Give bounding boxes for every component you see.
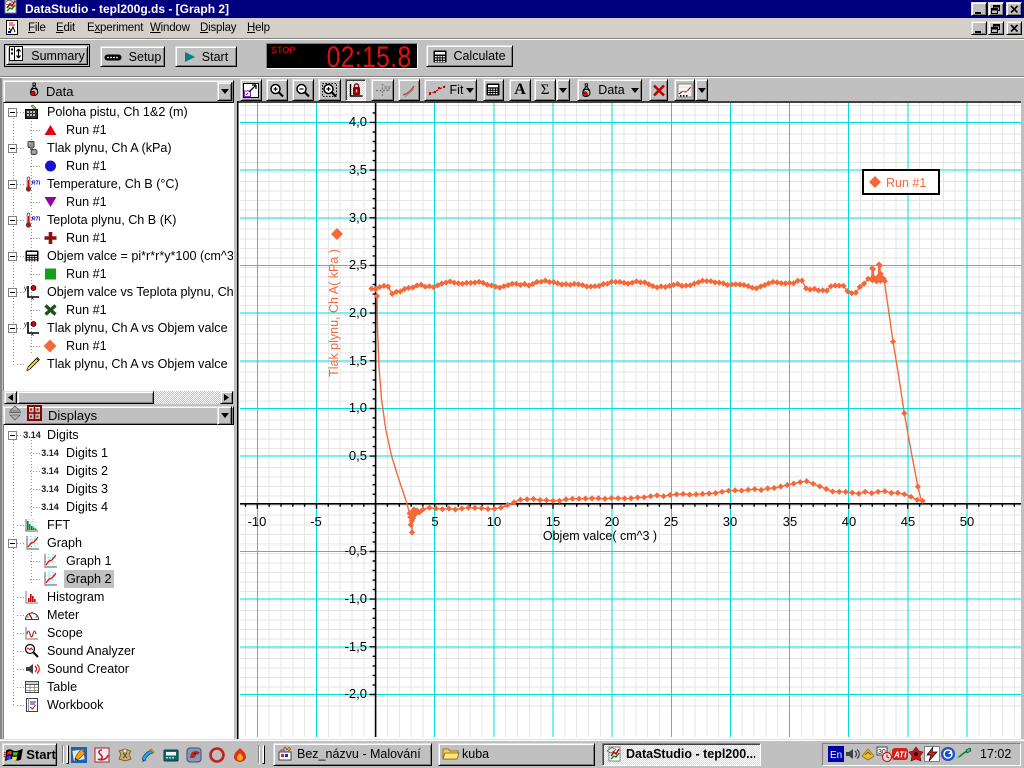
svg-text:ATI: ATI [893, 751, 907, 760]
svg-text:2,5: 2,5 [349, 257, 367, 272]
svg-text:4,0: 4,0 [349, 114, 367, 129]
svg-text:5: 5 [431, 514, 438, 529]
svg-text:xy: xy [384, 85, 391, 91]
svg-text:50: 50 [960, 514, 974, 529]
svg-text:2,0: 2,0 [349, 305, 367, 320]
svg-text:1,5: 1,5 [349, 353, 367, 368]
svg-text:En: En [830, 750, 842, 761]
svg-text:40: 40 [842, 514, 856, 529]
svg-text:-0,5: -0,5 [345, 543, 367, 558]
svg-text:-1,0: -1,0 [345, 591, 367, 606]
svg-text:30: 30 [723, 514, 737, 529]
svg-text:y: y [24, 286, 27, 292]
svg-text:3,5: 3,5 [349, 162, 367, 177]
svg-text:10: 10 [487, 514, 501, 529]
svg-text:y: y [24, 322, 27, 328]
svg-text:1,0: 1,0 [349, 400, 367, 415]
svg-text:-1,5: -1,5 [345, 639, 367, 654]
svg-text:Objem valce( cm^3 ): Objem valce( cm^3 ) [543, 529, 657, 543]
svg-text:Tlak plynu, Ch A( kPa ): Tlak plynu, Ch A( kPa ) [327, 249, 341, 377]
svg-text:-5: -5 [310, 514, 322, 529]
svg-text:20: 20 [605, 514, 619, 529]
svg-text:15: 15 [546, 514, 560, 529]
svg-text:0,5: 0,5 [349, 448, 367, 463]
svg-text:x: x [31, 296, 34, 300]
svg-text:-10: -10 [248, 514, 267, 529]
svg-text:3,0: 3,0 [349, 210, 367, 225]
svg-text:45: 45 [901, 514, 915, 529]
svg-text:x: x [31, 332, 34, 336]
svg-text:Run #1: Run #1 [886, 176, 926, 190]
svg-text:RTD: RTD [32, 181, 41, 187]
svg-text:RTD: RTD [32, 217, 41, 223]
svg-text:25: 25 [664, 514, 678, 529]
svg-text:-2,0: -2,0 [345, 686, 367, 701]
svg-text:35: 35 [783, 514, 797, 529]
